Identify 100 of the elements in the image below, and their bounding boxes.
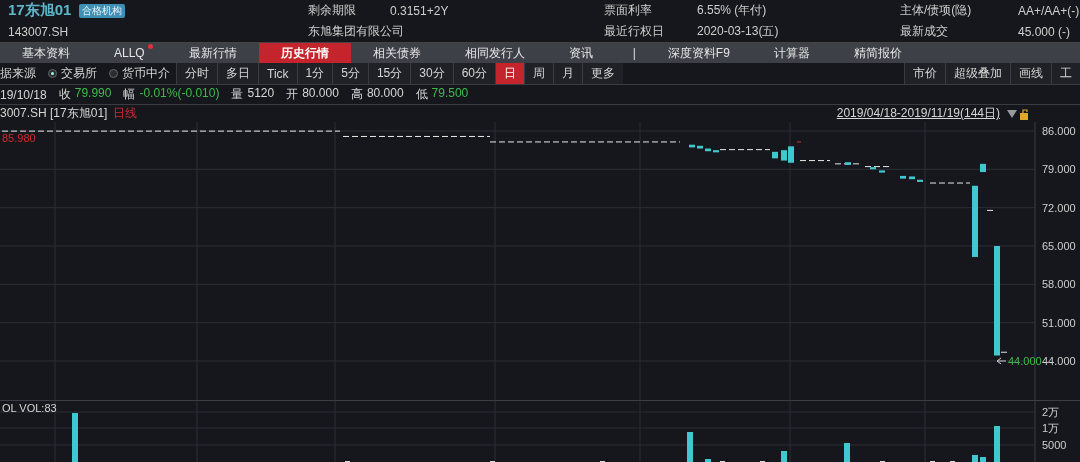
quote-value: 80.000 — [302, 86, 339, 102]
field-label: 最新成交 — [900, 23, 949, 40]
quote-label: 开 — [286, 86, 299, 103]
tab[interactable]: 深度资料F9 — [645, 43, 752, 63]
max-price-label: 85.980 — [2, 132, 36, 145]
period-button[interactable]: 月 — [553, 63, 582, 84]
source-radio[interactable]: 交易所 — [42, 63, 103, 84]
candle — [705, 148, 711, 152]
quote-value: 5120 — [247, 86, 275, 102]
tab[interactable]: 相关债券 — [350, 43, 443, 63]
field-value: 2020-03-13(五) — [697, 23, 780, 40]
candle — [879, 170, 885, 173]
issuer-name: 东旭集团有限公司 — [308, 23, 405, 40]
flat-price-dashes — [719, 149, 771, 151]
tab[interactable]: 相同发行人 — [442, 43, 547, 63]
data-source-label: 据来源 — [0, 65, 37, 82]
tab[interactable]: 资讯 — [546, 43, 615, 63]
field-value: AA+/AA+(-) — [1018, 3, 1080, 18]
candle — [689, 144, 695, 148]
quote-label: 收 — [58, 86, 71, 103]
tab[interactable]: ALLQ — [92, 43, 167, 63]
period-button[interactable]: 15分 — [367, 63, 411, 84]
volume-bar — [972, 455, 978, 462]
field-label: 剩余期限 — [308, 2, 357, 19]
tab[interactable]: 最新行情 — [166, 43, 259, 63]
price-axis-label: 51.000 — [1042, 316, 1076, 329]
candle — [870, 167, 876, 170]
quote-label: 量 — [231, 86, 244, 103]
period-button[interactable]: 60分 — [452, 63, 495, 84]
quote-value: 79.990 — [74, 86, 112, 102]
bond-code: 143007.SH — [7, 24, 70, 39]
leader-line — [996, 357, 1007, 365]
field-value: 0.3151+2Y — [390, 3, 450, 18]
flat-price-dashes — [799, 160, 831, 162]
candle — [713, 150, 719, 153]
min-price-label: 44.000 — [1008, 355, 1042, 367]
price-axis-label: 72.000 — [1042, 201, 1076, 214]
candle — [845, 162, 851, 165]
tab[interactable]: 计算器 — [751, 43, 832, 63]
date-range-link[interactable]: 2019/04/18-2019/11/19(144日) — [836, 105, 1000, 122]
tool-button[interactable]: 市价 — [904, 63, 945, 84]
quote-value: 79.500 — [431, 86, 469, 102]
candle — [772, 151, 778, 159]
quote-value: 80.000 — [366, 86, 404, 102]
volume-bar — [705, 459, 711, 462]
volume-bar — [781, 451, 787, 462]
candle — [909, 176, 915, 180]
tab-separator: | — [631, 45, 637, 62]
price-axis-label: 65.000 — [1042, 240, 1076, 252]
tool-button[interactable]: 画线 — [1010, 63, 1051, 84]
volume-bar — [980, 457, 986, 462]
dropdown-triangle-icon[interactable] — [1007, 109, 1017, 118]
volume-axis-label: 5000 — [1042, 439, 1067, 451]
volume-bar — [844, 443, 850, 462]
quote-label: 低 — [415, 86, 428, 103]
field-value: 45.000 (-) — [1018, 24, 1072, 39]
candle — [980, 163, 986, 173]
volume-axis-label: 1万 — [1042, 422, 1060, 434]
volume-bar — [72, 413, 78, 462]
field-label: 票面利率 — [604, 2, 653, 19]
volume-bar — [994, 426, 1000, 462]
bond-name: 17东旭01 — [8, 1, 72, 20]
qualification-badge: 合格机构 — [79, 3, 126, 18]
price-axis-label: 58.000 — [1042, 278, 1076, 291]
lock-icon[interactable] — [1020, 108, 1028, 120]
quote-date: 19/10/18 — [0, 87, 47, 102]
quote-label: 高 — [350, 86, 363, 103]
tool-button[interactable]: 工 — [1051, 63, 1080, 84]
quote-value: -0.01%(-0.010) — [139, 86, 220, 102]
field-value: 6.55% (年付) — [697, 2, 768, 19]
tab[interactable]: 历史行情 — [258, 43, 351, 63]
period-button[interactable]: 日 — [495, 63, 524, 84]
volume-bar — [687, 432, 693, 462]
candle — [972, 185, 978, 257]
chart-title: 3007.SH [17东旭01] — [0, 105, 108, 122]
period-button[interactable]: 5分 — [332, 63, 368, 84]
candle — [697, 145, 703, 149]
period-button[interactable]: Tick — [258, 63, 297, 84]
source-radio[interactable]: 货币中介 — [103, 63, 176, 84]
period-button[interactable]: 分时 — [176, 63, 217, 84]
volume-title: OL VOL:83 — [2, 402, 57, 414]
period-button[interactable]: 多日 — [217, 63, 258, 84]
period-label: 日线 — [113, 105, 138, 122]
price-axis-label: 79.000 — [1042, 163, 1076, 176]
period-button[interactable]: 30分 — [410, 63, 453, 84]
tab[interactable]: 基本资料 — [0, 43, 92, 63]
volume-axis-label: 2万 — [1042, 406, 1060, 418]
field-label: 最近行权日 — [604, 23, 665, 40]
price-axis-label: 86.000 — [1042, 125, 1076, 137]
price-axis-label: 44.000 — [1042, 355, 1076, 367]
candle — [900, 175, 906, 179]
tab[interactable]: 精简报价 — [831, 43, 924, 63]
period-button[interactable]: 周 — [524, 63, 553, 84]
period-button[interactable]: 1分 — [296, 63, 333, 84]
candle — [917, 179, 923, 182]
tool-button[interactable]: 超级叠加 — [945, 63, 1010, 84]
quote-label: 幅 — [123, 86, 136, 103]
field-label: 主体/债项(隐) — [900, 2, 973, 19]
period-button[interactable]: 更多 — [582, 63, 623, 84]
flat-price-dashes — [929, 182, 971, 184]
